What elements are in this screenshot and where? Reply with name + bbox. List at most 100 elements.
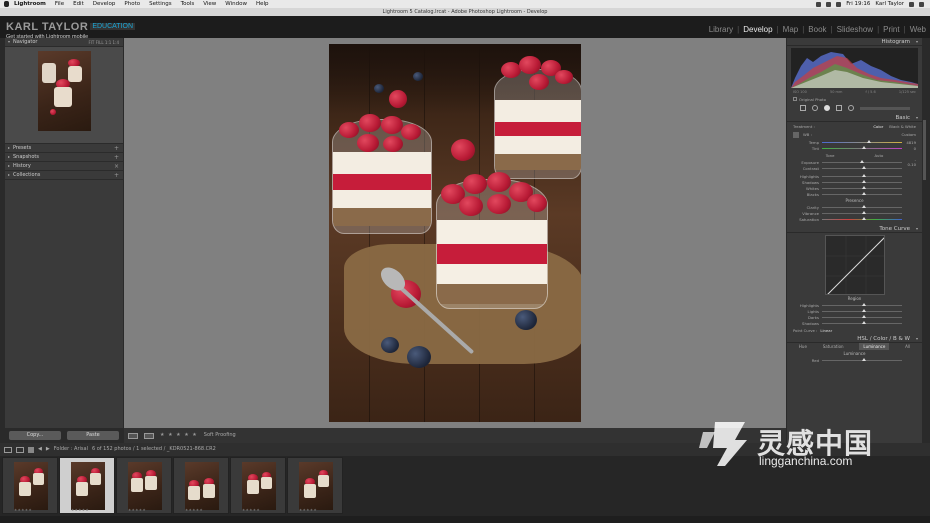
module-map[interactable]: Map xyxy=(779,25,803,34)
develop-toolbar: ★ ★ ★ ★ ★ Soft Proofing xyxy=(124,428,786,443)
radial-filter-icon[interactable] xyxy=(847,105,854,111)
treatment-color[interactable]: Color xyxy=(873,124,883,129)
collapse-icon[interactable] xyxy=(8,41,10,43)
tone-curve-graph[interactable] xyxy=(825,235,885,295)
wb-preset[interactable]: Custom xyxy=(901,132,916,137)
status-icon[interactable] xyxy=(816,1,822,7)
volume-icon[interactable] xyxy=(836,1,842,7)
red-eye-icon[interactable] xyxy=(823,105,830,111)
navigator-zoom-options[interactable]: FIT FILL 1:1 1:4 xyxy=(88,38,119,47)
main-window-icon[interactable] xyxy=(4,446,12,453)
crop-tool-icon[interactable] xyxy=(799,105,806,111)
menu-edit[interactable]: Edit xyxy=(73,0,84,8)
navigator-header[interactable]: Navigator FIT FILL 1:1 1:4 xyxy=(5,38,123,47)
tone-subheader: Tone Auto xyxy=(825,152,884,158)
photo-count[interactable]: 6 of 152 photos / 1 selected / _KDR0521-… xyxy=(92,443,216,456)
menu-view[interactable]: View xyxy=(203,0,216,8)
add-preset-icon[interactable]: + xyxy=(114,144,119,153)
red-luminance-slider[interactable]: Red xyxy=(787,357,922,363)
filmstrip-thumb[interactable]: ★★★★★ xyxy=(116,457,172,514)
menu-help[interactable]: Help xyxy=(256,0,269,8)
window-title: Lightroom 5 Catalog.lrcat - Adobe Photos… xyxy=(0,8,930,16)
navigator-thumbnail[interactable] xyxy=(38,51,91,131)
contrast-slider[interactable]: Contrast xyxy=(787,165,922,171)
point-curve-select[interactable]: Linear xyxy=(820,328,832,333)
saturation-slider[interactable]: Saturation xyxy=(787,216,922,222)
module-library[interactable]: Library xyxy=(705,25,737,34)
loupe-view-icon[interactable] xyxy=(128,432,138,439)
histogram-graph[interactable] xyxy=(791,48,918,88)
histogram-header[interactable]: Histogram xyxy=(787,38,922,46)
tone-curve-header[interactable]: Tone Curve xyxy=(787,225,922,233)
back-arrow-icon[interactable]: ◀ xyxy=(38,443,42,456)
forward-arrow-icon[interactable]: ▶ xyxy=(46,443,50,456)
filmstrip-thumb[interactable]: ★★★★★ xyxy=(2,457,58,514)
menu-settings[interactable]: Settings xyxy=(149,0,172,8)
bottom-panel-toggle[interactable] xyxy=(0,516,930,523)
user-name[interactable]: Karl Taylor xyxy=(875,0,904,8)
before-after-icon[interactable] xyxy=(144,432,154,439)
menu-photo[interactable]: Photo xyxy=(124,0,140,8)
add-collection-icon[interactable]: + xyxy=(114,171,119,180)
module-book[interactable]: Book xyxy=(804,25,830,34)
filmstrip-thumb-selected[interactable]: ★★★★★ xyxy=(59,457,115,514)
menu-develop[interactable]: Develop xyxy=(93,0,116,8)
hsl-tab-luminance[interactable]: Luminance xyxy=(859,343,890,350)
adjustment-brush-icon[interactable] xyxy=(859,106,910,110)
menu-tools[interactable]: Tools xyxy=(181,0,195,8)
copy-paste-bar: Copy... Paste xyxy=(5,431,123,442)
second-window-icon[interactable] xyxy=(16,446,24,453)
graduated-filter-icon[interactable] xyxy=(835,105,842,111)
watermark: 灵感中国 lingganchina.com xyxy=(697,418,922,468)
hsl-tab-all[interactable]: All xyxy=(905,343,910,350)
right-panel-scrollbar[interactable] xyxy=(923,38,927,443)
module-develop[interactable]: Develop xyxy=(739,25,776,34)
identity-plate[interactable]: KARL TAYLOR EDUCATION Get started with Li… xyxy=(6,17,136,40)
snapshots-header[interactable]: Snapshots + xyxy=(5,153,123,162)
hsl-tab-hue[interactable]: Hue xyxy=(799,343,807,350)
luminance-subheader: Luminance xyxy=(843,351,866,356)
history-header[interactable]: History × xyxy=(5,162,123,171)
filmstrip-thumb[interactable]: ★★★★★ xyxy=(230,457,286,514)
tone-curve-line xyxy=(826,236,884,294)
clock[interactable]: Fri 19:16 xyxy=(846,0,870,8)
main-photo[interactable] xyxy=(329,44,581,422)
search-icon[interactable] xyxy=(909,1,914,7)
collections-header[interactable]: Collections + xyxy=(5,171,123,180)
left-panel: Navigator FIT FILL 1:1 1:4 Presets + Snap… xyxy=(5,38,123,428)
module-web[interactable]: Web xyxy=(906,25,930,34)
spot-removal-icon[interactable] xyxy=(811,105,818,111)
treatment-bw[interactable]: Black & White xyxy=(889,124,916,129)
grid-icon[interactable] xyxy=(28,446,34,453)
rating-stars[interactable]: ★ ★ ★ ★ ★ xyxy=(160,428,198,443)
apple-icon[interactable] xyxy=(4,1,9,7)
hsl-header[interactable]: HSL / Color / B & W xyxy=(787,335,922,343)
wb-picker-icon[interactable] xyxy=(793,131,799,138)
blacks-slider[interactable]: Blacks xyxy=(787,191,922,197)
list-icon[interactable] xyxy=(919,1,924,7)
soft-proofing-checkbox[interactable]: Soft Proofing xyxy=(204,428,236,443)
image-canvas[interactable] xyxy=(124,38,786,428)
brand-name: KARL TAYLOR xyxy=(6,21,89,33)
clear-history-icon[interactable]: × xyxy=(114,162,119,171)
basic-header[interactable]: Basic xyxy=(787,114,922,122)
menu-file[interactable]: File xyxy=(55,0,64,8)
copy-button[interactable]: Copy... xyxy=(9,431,61,440)
module-print[interactable]: Print xyxy=(879,25,903,34)
auto-tone-button[interactable]: Auto xyxy=(874,153,883,158)
folder-label[interactable]: Folder : Arisal xyxy=(54,443,88,456)
module-slideshow[interactable]: Slideshow xyxy=(833,25,877,34)
wifi-icon[interactable] xyxy=(826,1,832,7)
menu-window[interactable]: Window xyxy=(225,0,247,8)
hsl-tab-saturation[interactable]: Saturation xyxy=(823,343,844,350)
menu-app[interactable]: Lightroom xyxy=(14,0,46,8)
region-subheader: Region xyxy=(847,296,862,301)
navigator-preview[interactable] xyxy=(5,47,123,144)
add-snapshot-icon[interactable]: + xyxy=(114,153,119,162)
identity-bar: KARL TAYLOR EDUCATION Get started with Li… xyxy=(0,16,930,40)
right-panel: Histogram ISO 100 50 mm f / 5.6 1/125 sec O… xyxy=(787,38,922,443)
filmstrip-thumb[interactable]: ★★★★★ xyxy=(173,457,229,514)
filmstrip-thumb[interactable]: ★★★★★ xyxy=(287,457,343,514)
paste-button[interactable]: Paste xyxy=(67,431,119,440)
presets-header[interactable]: Presets + xyxy=(5,144,123,153)
